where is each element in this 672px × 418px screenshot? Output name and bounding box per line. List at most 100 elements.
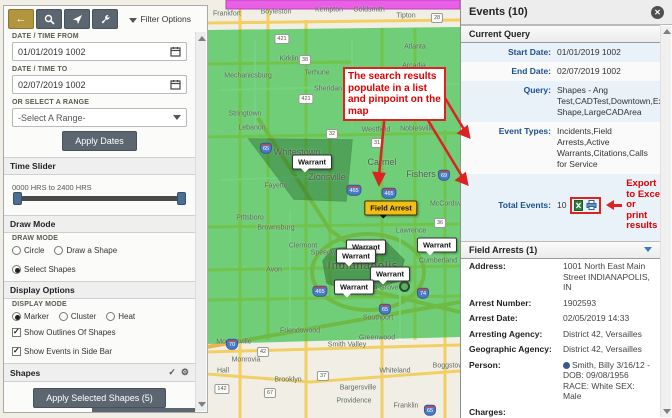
route-shield: 74: [417, 288, 429, 299]
navigation-icon: [72, 14, 83, 25]
section-time-slider: Time Slider: [4, 157, 195, 175]
date-to-field[interactable]: 02/07/2019 1002: [12, 75, 187, 94]
sidebar-scrollbar[interactable]: [195, 32, 206, 411]
events-scrollbar[interactable]: [660, 26, 671, 417]
route-shield: 142: [214, 384, 229, 394]
route-shield: 69: [438, 170, 450, 181]
scroll-down-icon[interactable]: [198, 402, 206, 407]
time-slider[interactable]: [14, 196, 185, 201]
excel-export-icon[interactable]: [574, 200, 583, 211]
date-from-value: 01/01/2019 1002: [18, 47, 86, 57]
warrant-marker[interactable]: Warrant: [334, 280, 374, 295]
filter-options-dropdown[interactable]: Filter Options: [129, 14, 191, 24]
tools-button[interactable]: [92, 9, 118, 29]
sidebar-toolbar: ← Filter Options: [4, 6, 195, 31]
route-shield: 70: [226, 339, 238, 350]
town-label: Brownsburg: [257, 225, 294, 232]
warrant-marker[interactable]: Warrant: [417, 238, 457, 253]
scroll-up-icon[interactable]: [198, 36, 206, 41]
range-select[interactable]: -Select A Range-: [12, 108, 187, 127]
route-shield: 32: [326, 129, 338, 139]
row-value: 02/05/2019 14:33: [563, 313, 654, 324]
print-icon[interactable]: [586, 200, 597, 210]
date-to-value: 02/07/2019 1002: [18, 80, 86, 90]
radio-label: Heat: [118, 312, 135, 321]
calendar-icon[interactable]: [170, 79, 181, 90]
display-mode-radio[interactable]: Heat: [106, 312, 135, 321]
check-all-icon[interactable]: ✓: [168, 367, 176, 378]
town-label: Frankfort: [213, 11, 241, 18]
route-shield: 36: [434, 218, 446, 228]
query-row: End Date:02/07/2019 1002: [461, 62, 660, 81]
display-mode-radio[interactable]: Marker: [12, 312, 49, 321]
total-events-row: Total Events: 10 Export to Excel orprint…: [461, 174, 660, 241]
calendar-icon[interactable]: [170, 46, 181, 57]
display-mode-label: Display Mode: [4, 299, 195, 309]
apply-button-partial[interactable]: [92, 408, 195, 412]
display-checkbox[interactable]: Show Outlines Of Shapes: [12, 328, 116, 337]
time-slider-handle-end[interactable]: [177, 192, 186, 205]
red-arrow-icon: [606, 200, 614, 210]
route-shield: 465: [381, 188, 396, 199]
town-label: Fishers: [406, 169, 436, 179]
warrant-marker[interactable]: Warrant: [370, 267, 410, 282]
town-label: Carmel: [367, 157, 396, 167]
close-icon[interactable]: ✕: [651, 6, 664, 19]
search-button[interactable]: [36, 9, 62, 29]
scroll-up-icon[interactable]: [663, 29, 671, 34]
town-label: Monrovia: [232, 357, 261, 364]
radio-icon: [12, 265, 21, 274]
town-label: Sheridan: [314, 86, 342, 93]
warrant-marker[interactable]: Warrant: [292, 155, 332, 170]
apply-dates-button[interactable]: Apply Dates: [62, 131, 137, 151]
field-arrest-row: Arresting Agency:District 42, Versailles: [461, 326, 660, 342]
radio-icon: [59, 312, 68, 321]
row-label: Start Date:: [463, 47, 551, 58]
draw-mode-radio[interactable]: Draw a Shape: [54, 246, 117, 255]
town-label: Bargersville: [340, 385, 377, 392]
radio-label: Select Shapes: [24, 265, 76, 274]
warrant-marker[interactable]: Warrant: [336, 249, 376, 264]
route-shield: 31: [371, 138, 383, 148]
date-from-field[interactable]: 01/01/2019 1002: [12, 42, 187, 61]
row-value: [563, 407, 654, 418]
draw-mode-radio[interactable]: Circle: [12, 246, 44, 255]
town-label: Pittsboro: [236, 215, 264, 222]
apply-shapes-button[interactable]: Apply Selected Shapes (5): [33, 388, 166, 408]
row-label: Geographic Agency:: [469, 344, 557, 355]
back-button[interactable]: ←: [8, 9, 34, 29]
town-label: Boggstown: [433, 363, 460, 370]
route-shield: 421: [298, 94, 313, 104]
section-display-options: Display Options: [4, 281, 195, 299]
display-mode-radio[interactable]: Cluster: [59, 312, 96, 321]
locate-button[interactable]: [64, 9, 90, 29]
collapse-icon[interactable]: [644, 247, 652, 252]
route-shield: 38: [299, 55, 311, 65]
field-arrests-header[interactable]: Field Arrests (1): [461, 241, 660, 259]
draw-mode-radio[interactable]: Select Shapes: [12, 265, 76, 274]
row-value: Incidents,Field Arrests,Active Warrants,…: [557, 126, 654, 170]
radio-icon: [54, 246, 63, 255]
chevron-down-icon: [173, 115, 181, 120]
town-label: Lawrence: [396, 228, 426, 235]
time-slider-handle-start[interactable]: [13, 192, 22, 205]
checkbox-label: Show Events in Side Bar: [24, 347, 112, 356]
field-arrest-marker[interactable]: Field Arrest: [364, 201, 417, 216]
radio-label: Circle: [24, 246, 44, 255]
checkbox-icon: [12, 328, 21, 337]
radio-label: Draw a Shape: [66, 246, 117, 255]
event-circle-marker[interactable]: [399, 281, 410, 292]
field-arrest-row: Charges:: [461, 404, 660, 418]
gear-icon[interactable]: ⚙: [181, 367, 189, 378]
town-label: Franklin: [394, 403, 419, 410]
row-label: Arrest Date:: [469, 313, 557, 324]
route-shield: 67: [264, 388, 276, 398]
query-row: Start Date:01/01/2019 1002: [461, 43, 660, 62]
town-label: Kempton: [315, 7, 343, 14]
scroll-down-icon[interactable]: [663, 409, 671, 414]
map-annotation-callout: The search results populate in a list an…: [343, 67, 446, 121]
route-shield: 37: [317, 371, 329, 381]
town-label: Lebanon: [238, 125, 265, 132]
display-checkbox[interactable]: Show Events in Side Bar: [12, 347, 112, 356]
town-label: Smith Valley: [328, 342, 366, 349]
